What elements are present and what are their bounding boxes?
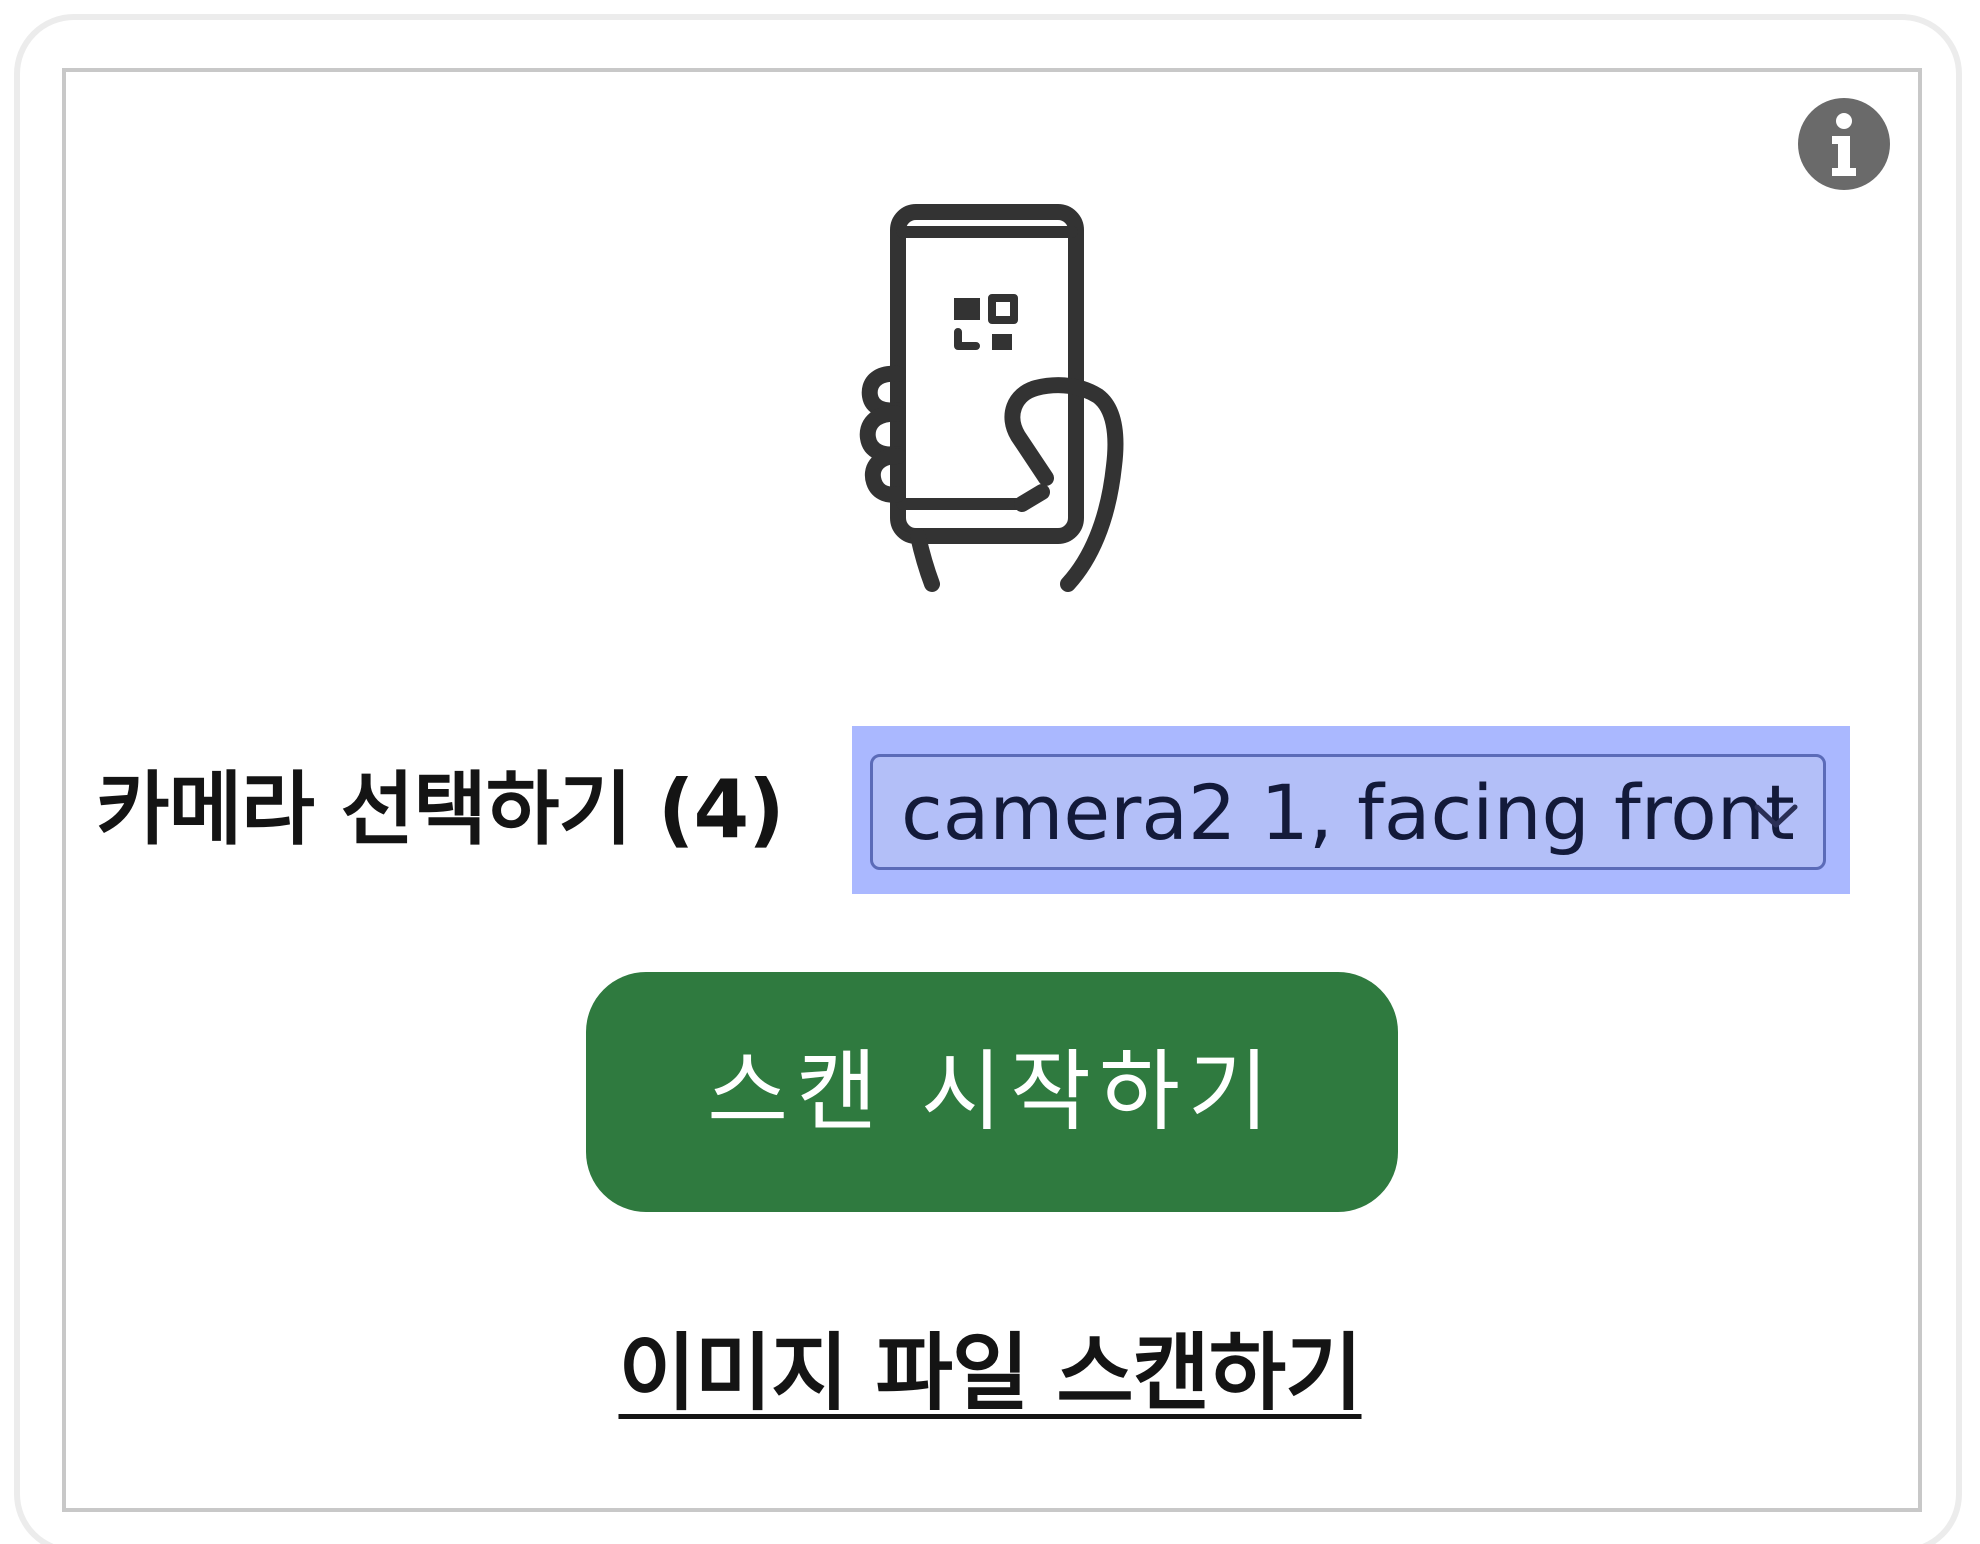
camera-select-label: 카메라 선택하기 (4) [96, 763, 785, 856]
page: 카메라 선택하기 (4) camera2 1, facing front 스캔 … [0, 0, 1980, 1544]
info-icon [1798, 98, 1890, 190]
camera-select[interactable]: camera2 1, facing front [870, 754, 1826, 870]
camera-select-row: 카메라 선택하기 (4) camera2 1, facing front [0, 724, 1980, 896]
start-scan-button[interactable]: 스캔 시작하기 [586, 972, 1398, 1212]
scan-image-file-link[interactable]: 이미지 파일 스캔하기 [0, 1318, 1980, 1428]
chevron-down-icon [1749, 795, 1803, 835]
camera-select-value: camera2 1, facing front [901, 768, 1795, 857]
hand-holding-phone-qr-icon [846, 204, 1136, 598]
info-button[interactable] [1796, 96, 1892, 192]
